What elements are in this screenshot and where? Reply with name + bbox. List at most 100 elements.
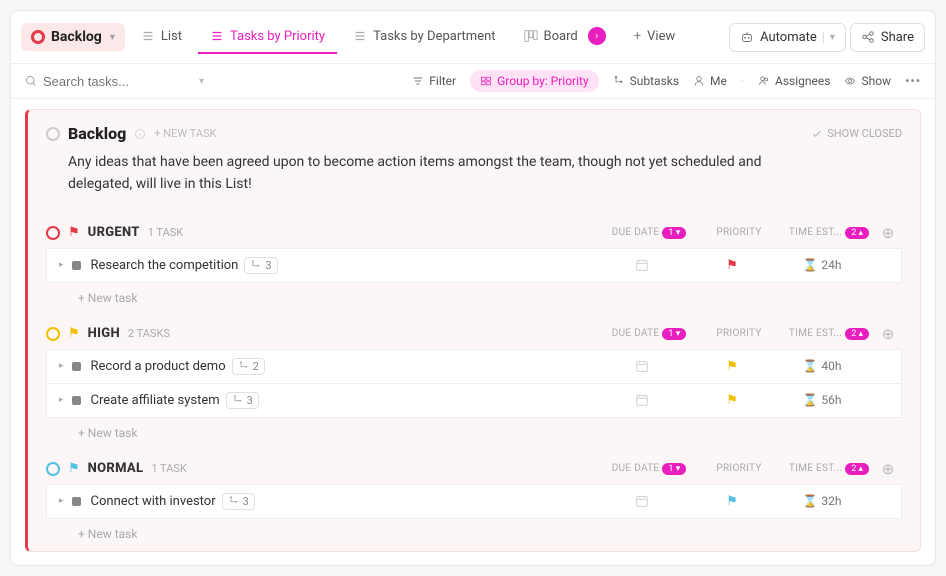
- chevron-down-icon: ▾: [823, 32, 835, 43]
- show-label: Show: [861, 74, 891, 88]
- cell-due-date[interactable]: [597, 359, 687, 373]
- cell-priority[interactable]: ⚑: [687, 494, 777, 509]
- cell-time-est[interactable]: ⌛56h: [777, 393, 867, 407]
- status-square-icon[interactable]: [72, 362, 81, 371]
- col-due-date[interactable]: DUE DATE1 ▾: [604, 463, 694, 475]
- expand-caret-icon[interactable]: ▸: [53, 395, 70, 405]
- view-tab-list[interactable]: List: [129, 21, 194, 54]
- cell-due-date[interactable]: [597, 258, 687, 272]
- status-square-icon[interactable]: [72, 261, 81, 270]
- task-row[interactable]: ▸ Record a product demo 2 ⚑ ⌛40h: [46, 349, 902, 384]
- cell-due-date[interactable]: [597, 393, 687, 407]
- col-time-est[interactable]: TIME EST...2 ▴: [784, 463, 874, 475]
- new-task-button[interactable]: + New task: [46, 283, 902, 305]
- more-button[interactable]: •••: [905, 74, 921, 88]
- collapse-group-icon[interactable]: [46, 327, 60, 341]
- task-row[interactable]: ▸ Create affiliate system 3 ⚑ ⌛56h: [46, 384, 902, 418]
- view-next-icon: ›: [588, 27, 606, 45]
- view-tab-board[interactable]: Board ›: [512, 19, 618, 55]
- flag-icon: ⚑: [726, 359, 738, 374]
- task-name: Record a product demo: [91, 359, 226, 374]
- view-tab-tasks-by-priority[interactable]: Tasks by Priority: [198, 21, 337, 54]
- flag-icon: ⚑: [726, 258, 738, 273]
- hourglass-icon: ⌛: [802, 393, 817, 407]
- view-tab-label: Tasks by Department: [373, 29, 495, 44]
- col-time-est[interactable]: TIME EST...2 ▴: [784, 227, 874, 239]
- add-column-button[interactable]: ⊕: [874, 460, 902, 478]
- groupby-pill[interactable]: Group by: Priority: [470, 70, 599, 92]
- expand-caret-icon[interactable]: ▸: [53, 496, 70, 506]
- expand-caret-icon[interactable]: ▸: [53, 260, 70, 270]
- filter-label: Filter: [429, 74, 456, 88]
- me-label: Me: [710, 74, 727, 88]
- me-button[interactable]: Me: [693, 74, 727, 88]
- subtask-count-chip[interactable]: 3: [226, 392, 259, 409]
- task-row[interactable]: ▸ Connect with investor 3 ⚑ ⌛32h: [46, 484, 902, 519]
- list-switcher[interactable]: Backlog ▾: [21, 23, 125, 51]
- person-icon: [693, 75, 705, 87]
- subtask-count-chip[interactable]: 2: [232, 358, 265, 375]
- collapse-group-icon[interactable]: [46, 462, 60, 476]
- content-area: Backlog + NEW TASK SHOW CLOSED Any ideas…: [11, 99, 935, 566]
- priority-flag-icon: ⚑: [68, 461, 80, 476]
- cell-priority[interactable]: ⚑: [687, 393, 777, 408]
- collapse-group-icon[interactable]: [46, 226, 60, 240]
- group-icon: [480, 75, 492, 87]
- expand-caret-icon[interactable]: ▸: [53, 361, 70, 371]
- priority-group: ⚑ NORMAL 1 TASK DUE DATE1 ▾ PRIORITY TIM…: [28, 450, 920, 551]
- cell-time-est[interactable]: ⌛40h: [777, 359, 867, 373]
- cell-priority[interactable]: ⚑: [687, 258, 777, 273]
- col-due-date[interactable]: DUE DATE1 ▾: [604, 227, 694, 239]
- view-tab-label: Board: [544, 29, 578, 44]
- task-name: Research the competition: [91, 258, 239, 273]
- group-count: 1 TASK: [151, 462, 186, 475]
- hourglass-icon: ⌛: [802, 359, 817, 373]
- hourglass-icon: ⌛: [802, 258, 817, 272]
- subtasks-button[interactable]: Subtasks: [613, 74, 679, 88]
- subtask-count-chip[interactable]: 3: [244, 257, 277, 274]
- col-due-date[interactable]: DUE DATE1 ▾: [604, 328, 694, 340]
- view-tab-tasks-by-department[interactable]: Tasks by Department: [341, 21, 507, 54]
- task-row[interactable]: ▸ Research the competition 3 ⚑ ⌛24h: [46, 248, 902, 283]
- automate-label: Automate: [760, 30, 817, 45]
- top-toolbar: Backlog ▾ List Tasks by Priority Tasks b…: [11, 11, 935, 64]
- automate-button[interactable]: Automate ▾: [729, 23, 846, 52]
- col-priority[interactable]: PRIORITY: [694, 227, 784, 238]
- subtask-count-chip[interactable]: 3: [222, 493, 255, 510]
- chevron-down-icon[interactable]: ▾: [199, 76, 204, 87]
- cell-time-est[interactable]: ⌛24h: [777, 258, 867, 272]
- new-task-button[interactable]: + New task: [46, 418, 902, 440]
- subtasks-label: Subtasks: [630, 74, 679, 88]
- search-input[interactable]: [43, 74, 193, 89]
- filter-bar: ▾ Filter Group by: Priority Subtasks Me …: [11, 64, 935, 99]
- chevron-down-icon: ▾: [110, 32, 115, 43]
- assignees-label: Assignees: [775, 74, 830, 88]
- robot-icon: [740, 30, 754, 44]
- col-priority[interactable]: PRIORITY: [694, 328, 784, 339]
- new-task-top-button[interactable]: + NEW TASK: [154, 127, 216, 140]
- view-tab-label: List: [161, 29, 182, 44]
- new-task-button[interactable]: + New task: [46, 519, 902, 541]
- show-closed-button[interactable]: SHOW CLOSED: [811, 127, 902, 140]
- status-square-icon[interactable]: [72, 497, 81, 506]
- cell-priority[interactable]: ⚑: [687, 359, 777, 374]
- search-wrap[interactable]: ▾: [25, 74, 204, 89]
- list-icon: [210, 29, 224, 43]
- add-column-button[interactable]: ⊕: [874, 224, 902, 242]
- check-icon: [811, 128, 823, 140]
- add-column-button[interactable]: ⊕: [874, 325, 902, 343]
- col-time-est[interactable]: TIME EST...2 ▴: [784, 328, 874, 340]
- filter-button[interactable]: Filter: [412, 74, 456, 88]
- col-priority[interactable]: PRIORITY: [694, 463, 784, 474]
- calendar-icon: [635, 258, 649, 272]
- show-button[interactable]: Show: [844, 74, 891, 88]
- collapse-list-icon[interactable]: [46, 127, 60, 141]
- cell-due-date[interactable]: [597, 494, 687, 508]
- share-button[interactable]: Share: [850, 23, 925, 52]
- assignees-button[interactable]: Assignees: [758, 74, 830, 88]
- group-count: 1 TASK: [148, 226, 183, 239]
- status-square-icon[interactable]: [72, 396, 81, 405]
- info-icon[interactable]: [134, 128, 146, 140]
- add-view-button[interactable]: + View: [622, 21, 688, 54]
- cell-time-est[interactable]: ⌛32h: [777, 494, 867, 508]
